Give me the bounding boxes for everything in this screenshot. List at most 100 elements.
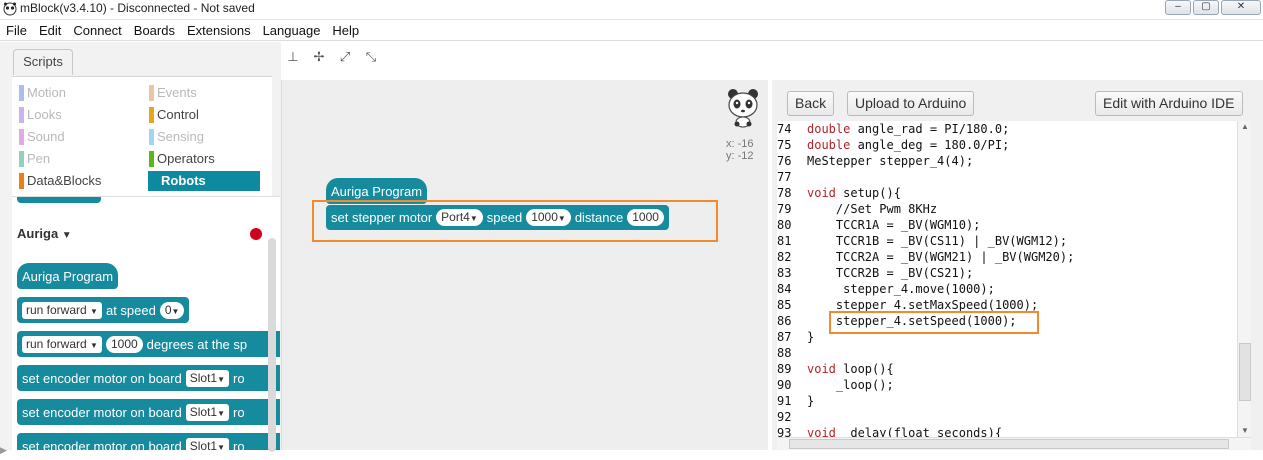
line-number: 87	[777, 330, 792, 344]
shrink-icon[interactable]: ⤡	[362, 48, 380, 66]
input-value: 0	[164, 302, 172, 317]
line-number: 78	[777, 186, 792, 200]
sprite-coordinates: x: -16 y: -12	[726, 138, 754, 162]
connection-status-dot	[250, 228, 262, 240]
maximize-button[interactable]: ▢	[1193, 0, 1219, 15]
direction-dropdown[interactable]: run forward ▼	[22, 301, 102, 319]
tab-scripts[interactable]: Scripts	[13, 49, 73, 75]
close-button[interactable]: ✕	[1221, 0, 1261, 15]
line-number: 89	[777, 362, 792, 376]
category-control[interactable]: Control	[144, 105, 260, 125]
degrees-input[interactable]: 1000	[105, 335, 143, 353]
line-number: 88	[777, 346, 792, 360]
category-label: Motion	[27, 85, 67, 100]
category-robots[interactable]: Robots	[148, 171, 260, 191]
edit-with-arduino-ide-button[interactable]: Edit with Arduino IDE	[1095, 91, 1243, 116]
category-color-bar	[19, 107, 24, 123]
collapse-arrow-icon[interactable]: ▶	[0, 440, 10, 460]
slot-dropdown[interactable]: Slot1▼	[185, 369, 229, 387]
scroll-down-icon[interactable]: ▼	[1238, 425, 1252, 437]
code-keyword: double	[807, 138, 851, 152]
block-label: set encoder motor on board	[22, 370, 182, 386]
menu-bar: File Edit Connect Boards Extensions Lang…	[0, 21, 1263, 41]
slot-dropdown[interactable]: Slot1▼	[185, 437, 229, 450]
slot-dropdown[interactable]: Slot1▼	[185, 403, 229, 421]
stage-toolbar: ⊥ ✢ ⤢ ⤡	[284, 48, 380, 66]
block-run-forward-degrees[interactable]: run forward ▼ 1000 degrees at the sp	[17, 331, 280, 357]
code-line: 79 //Set Pwm 8KHz	[777, 201, 1237, 217]
dropdown-value: Slot1	[189, 404, 218, 419]
stamp-icon[interactable]: ⊥	[284, 48, 302, 66]
minimize-button[interactable]: –	[1165, 0, 1191, 15]
category-sensing[interactable]: Sensing	[144, 127, 260, 147]
line-number: 79	[777, 202, 792, 216]
code-text: setup(){	[835, 186, 901, 200]
dropdown-value: run forward	[26, 302, 87, 317]
script-canvas[interactable]	[281, 80, 768, 450]
category-looks[interactable]: Looks	[14, 105, 142, 125]
grow-icon[interactable]: ⤢	[336, 48, 354, 66]
chevron-down-icon: ▼	[61, 230, 72, 241]
back-button[interactable]: Back	[787, 91, 835, 116]
line-number: 82	[777, 250, 792, 264]
code-line: 76 MeStepper stepper_4(4);	[777, 153, 1237, 169]
code-line: 77	[777, 169, 1237, 185]
code-line: 80 TCCR1A = _BV(WGM10);	[777, 217, 1237, 233]
block-partial[interactable]	[17, 197, 101, 203]
block-label: at speed	[105, 302, 156, 318]
code-text: //Set Pwm 8KHz	[807, 202, 938, 216]
scrollbar-thumb[interactable]	[1239, 343, 1251, 401]
line-number: 84	[777, 282, 792, 296]
block-label: degrees at the sp	[146, 336, 248, 352]
menu-help[interactable]: Help	[326, 21, 365, 40]
menu-extensions[interactable]: Extensions	[181, 21, 257, 40]
dropdown-arrow-icon: ▼	[217, 408, 225, 418]
category-motion[interactable]: Motion	[14, 83, 142, 103]
code-line: 78 void setup(){	[777, 185, 1237, 201]
menu-boards[interactable]: Boards	[128, 21, 181, 40]
code-text: loop(){	[835, 362, 894, 376]
direction-dropdown[interactable]: run forward ▼	[22, 335, 102, 353]
code-line: 88	[777, 345, 1237, 361]
menu-file[interactable]: File	[0, 21, 33, 40]
scroll-up-icon[interactable]: ▲	[1238, 121, 1252, 133]
code-editor[interactable]: 74 double angle_rad = PI/180.0; 75 double a…	[777, 121, 1237, 437]
block-run-forward-speed[interactable]: run forward ▼ at speed 0▼	[17, 297, 190, 323]
category-label: Sound	[27, 129, 65, 144]
category-events[interactable]: Events	[144, 83, 260, 103]
code-vertical-scrollbar[interactable]: ▲ ▼	[1237, 121, 1251, 437]
category-sound[interactable]: Sound	[14, 127, 142, 147]
dropdown-arrow-icon: ▼	[171, 306, 180, 316]
code-line: 82 TCCR2A = _BV(WGM21) | _BV(WGM20);	[777, 249, 1237, 265]
category-label: Robots	[161, 173, 206, 188]
block-label: set encoder motor on board	[22, 404, 182, 420]
block-set-encoder-motor-2[interactable]: set encoder motor on board Slot1▼ ro	[17, 399, 280, 425]
upload-to-arduino-button[interactable]: Upload to Arduino	[847, 91, 975, 116]
highlight-box	[312, 200, 718, 242]
scrollbar-thumb[interactable]	[789, 439, 1229, 449]
cut-icon[interactable]: ✢	[310, 48, 328, 66]
auriga-extension-label[interactable]: Auriga ▼	[17, 226, 72, 241]
category-label: Control	[157, 107, 199, 122]
palette-scrollbar[interactable]	[268, 238, 276, 452]
menu-connect[interactable]: Connect	[67, 21, 127, 40]
block-label: set encoder motor on board	[22, 438, 182, 451]
block-auriga-program[interactable]: Auriga Program	[17, 263, 119, 289]
menu-language[interactable]: Language	[257, 21, 327, 40]
speed-input[interactable]: 0▼	[159, 301, 185, 319]
code-line: 90 _loop();	[777, 377, 1237, 393]
block-set-encoder-motor-3[interactable]: set encoder motor on board Slot1▼ ro	[17, 433, 280, 450]
menu-edit[interactable]: Edit	[33, 21, 67, 40]
category-operators[interactable]: Operators	[144, 149, 260, 169]
category-label: Operators	[157, 151, 215, 166]
code-keyword: double	[807, 122, 851, 136]
category-color-bar	[149, 85, 154, 101]
category-pen[interactable]: Pen	[14, 149, 142, 169]
category-data-blocks[interactable]: Data&Blocks	[14, 171, 142, 191]
code-keyword: void	[807, 186, 836, 200]
block-label: Auriga Program	[22, 268, 114, 284]
category-label: Pen	[27, 151, 51, 166]
code-line: 84 stepper_4.move(1000);	[777, 281, 1237, 297]
block-set-encoder-motor-1[interactable]: set encoder motor on board Slot1▼ ro	[17, 365, 280, 391]
code-horizontal-scrollbar[interactable]	[777, 437, 1251, 450]
